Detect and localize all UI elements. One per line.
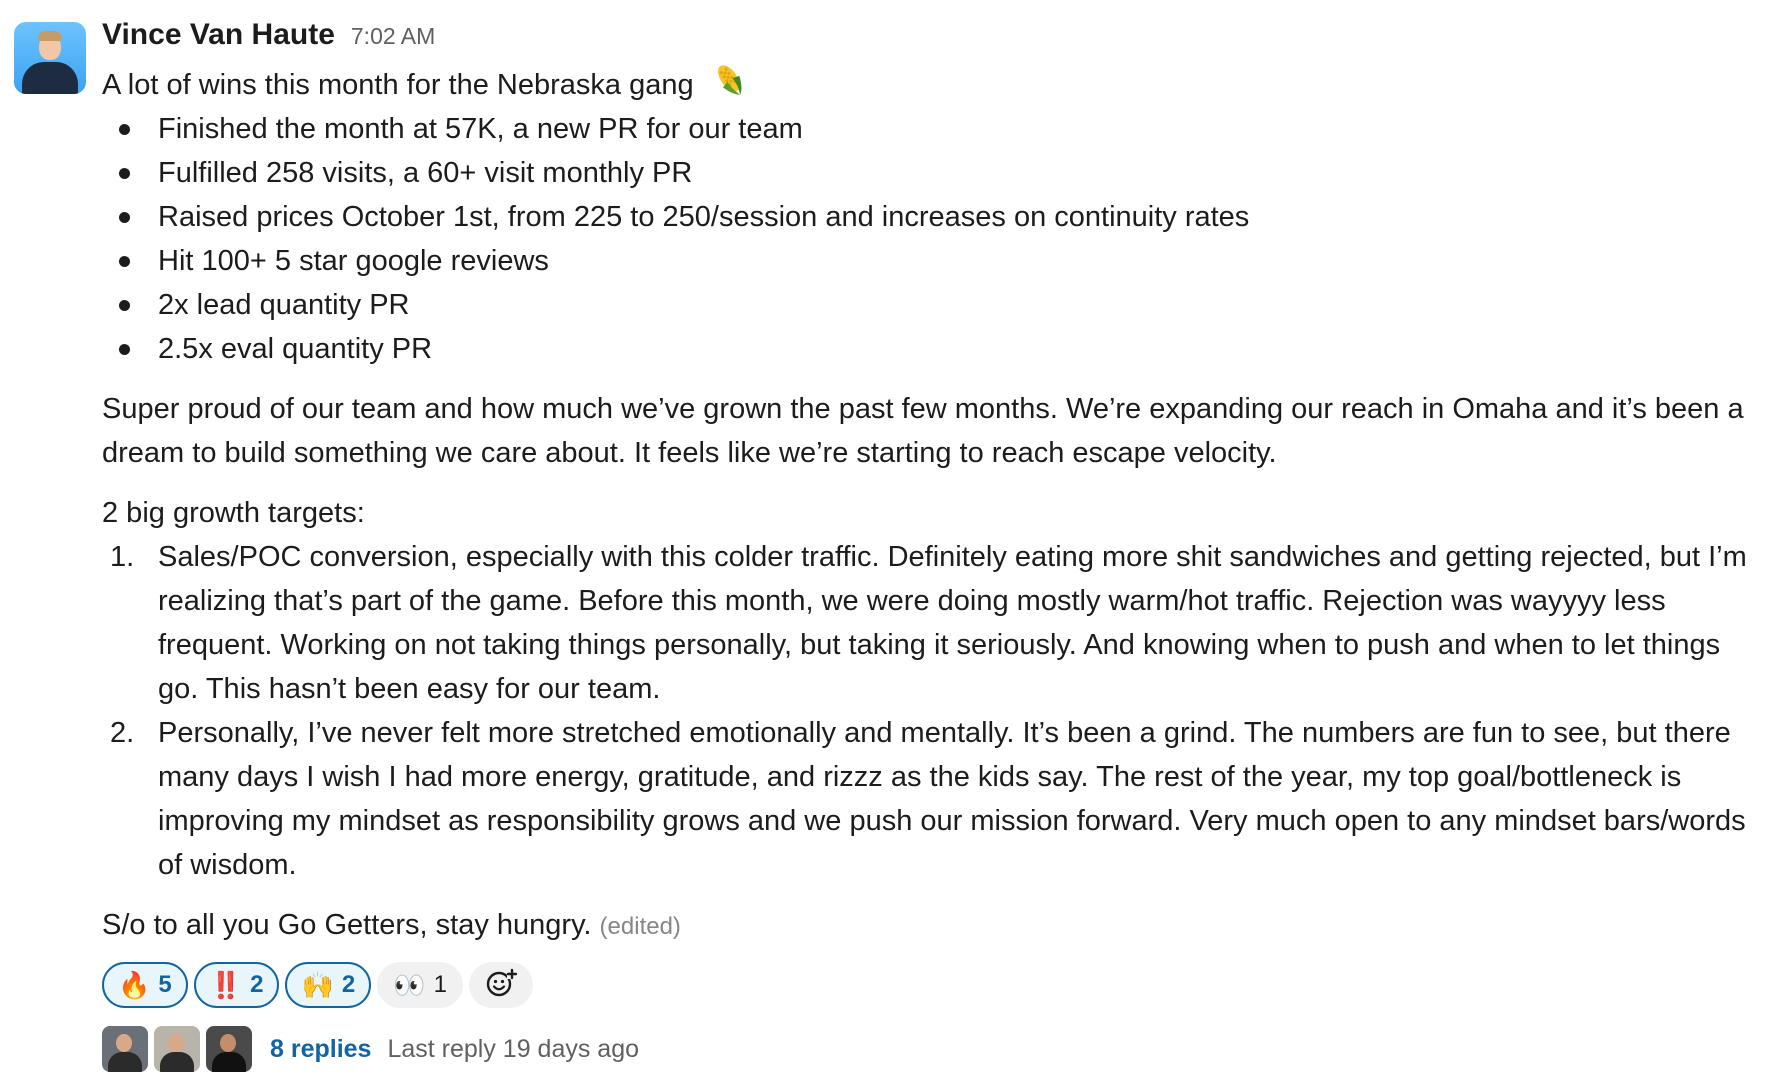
bullet-dot bbox=[119, 168, 130, 179]
thread-summary: 8 replies Last reply 19 days ago bbox=[102, 1025, 1762, 1073]
double-exclamation-icon: ‼️ bbox=[209, 970, 243, 1000]
reaction-fire[interactable]: 🔥 5 bbox=[102, 962, 188, 1008]
reaction-count: 2 bbox=[250, 971, 264, 998]
reaction-raised-hands[interactable]: 🙌 2 bbox=[285, 962, 372, 1008]
bullet-dot bbox=[119, 212, 130, 223]
fire-icon: 🔥 bbox=[118, 970, 151, 1000]
reply-avatar[interactable] bbox=[102, 1026, 148, 1072]
intro-text: A lot of wins this month for the Nebrask… bbox=[102, 69, 694, 101]
list-item-text: 2.5x eval quantity PR bbox=[158, 333, 433, 365]
last-reply-text: Last reply 19 days ago bbox=[387, 1034, 640, 1063]
list-item: Raised prices October 1st, from 225 to 2… bbox=[102, 195, 1762, 239]
eyes-icon: 👀 bbox=[393, 970, 426, 1000]
summary-paragraph: Super proud of our team and how much we’… bbox=[102, 393, 1744, 469]
list-item: 2. Personally, I’ve never felt more stre… bbox=[102, 711, 1758, 887]
targets-heading: 2 big growth targets: bbox=[102, 497, 365, 529]
avatar-face bbox=[220, 1034, 236, 1052]
reply-avatar[interactable] bbox=[154, 1026, 200, 1072]
avatar-hair bbox=[38, 31, 62, 41]
list-item-text: Raised prices October 1st, from 225 to 2… bbox=[158, 201, 1250, 233]
reply-avatar[interactable] bbox=[206, 1026, 252, 1072]
bullet-dot bbox=[119, 124, 130, 135]
reaction-count: 2 bbox=[341, 971, 356, 998]
add-reaction-icon bbox=[485, 967, 518, 1004]
closing-line: S/o to all you Go Getters, stay hungry. … bbox=[102, 903, 1757, 949]
list-item: 2.5x eval quantity PR bbox=[102, 327, 1762, 371]
list-number: 1. bbox=[110, 541, 135, 573]
corn-icon bbox=[710, 60, 750, 100]
message: Vince Van Haute 7:02 AM A lot of wins th… bbox=[0, 0, 1774, 1084]
list-item-text: Fulfilled 258 visits, a 60+ visit monthl… bbox=[158, 157, 693, 189]
list-item-text: Hit 100+ 5 star google reviews bbox=[158, 245, 549, 277]
closing-text: S/o to all you Go Getters, stay hungry. bbox=[102, 909, 592, 941]
bullet-dot bbox=[119, 256, 130, 267]
message-timestamp[interactable]: 7:02 AM bbox=[351, 23, 435, 50]
avatar-shirt bbox=[22, 62, 78, 94]
list-item-text: Finished the month at 57K, a new PR for … bbox=[158, 113, 803, 145]
reaction-eyes[interactable]: 👀 1 bbox=[377, 962, 463, 1008]
targets-list: 1. Sales/POC conversion, especially with… bbox=[102, 535, 1762, 887]
add-reaction-button[interactable] bbox=[468, 962, 533, 1008]
list-item-text: 2x lead quantity PR bbox=[158, 289, 410, 321]
raised-hands-icon: 🙌 bbox=[301, 970, 334, 1000]
avatar-body bbox=[160, 1052, 194, 1072]
bullet-dot bbox=[119, 344, 130, 355]
list-item: 1. Sales/POC conversion, especially with… bbox=[102, 535, 1758, 711]
list-item: Hit 100+ 5 star google reviews bbox=[102, 239, 1762, 283]
reaction-count: 5 bbox=[158, 971, 172, 998]
avatar-face bbox=[116, 1034, 132, 1052]
avatar-face bbox=[168, 1034, 184, 1052]
avatar-body bbox=[212, 1052, 246, 1072]
bullet-dot bbox=[119, 300, 130, 311]
edited-label: (edited) bbox=[599, 913, 681, 940]
replies-link[interactable]: 8 replies bbox=[270, 1035, 371, 1064]
list-item: 2x lead quantity PR bbox=[102, 283, 1762, 327]
reactions-bar: 🔥 5 ‼️ 2 🙌 2 👀 1 bbox=[102, 959, 1762, 1011]
list-number: 2. bbox=[110, 717, 135, 749]
reaction-double-exclamation[interactable]: ‼️ 2 bbox=[193, 962, 280, 1008]
message-content: Vince Van Haute 7:02 AM A lot of wins th… bbox=[102, 18, 1762, 1073]
author-avatar[interactable] bbox=[14, 22, 86, 94]
list-item: Finished the month at 57K, a new PR for … bbox=[102, 107, 1762, 151]
author-name[interactable]: Vince Van Haute bbox=[102, 18, 335, 52]
avatar-body bbox=[108, 1052, 142, 1072]
list-item-text: Personally, I’ve never felt more stretch… bbox=[158, 717, 1746, 881]
list-item: Fulfilled 258 visits, a 60+ visit monthl… bbox=[102, 151, 1762, 195]
intro-line: A lot of wins this month for the Nebrask… bbox=[102, 60, 1762, 107]
wins-list: Finished the month at 57K, a new PR for … bbox=[102, 107, 1762, 371]
list-item-text: Sales/POC conversion, especially with th… bbox=[158, 541, 1747, 705]
reaction-count: 1 bbox=[433, 971, 447, 998]
message-header: Vince Van Haute 7:02 AM bbox=[102, 18, 1762, 60]
